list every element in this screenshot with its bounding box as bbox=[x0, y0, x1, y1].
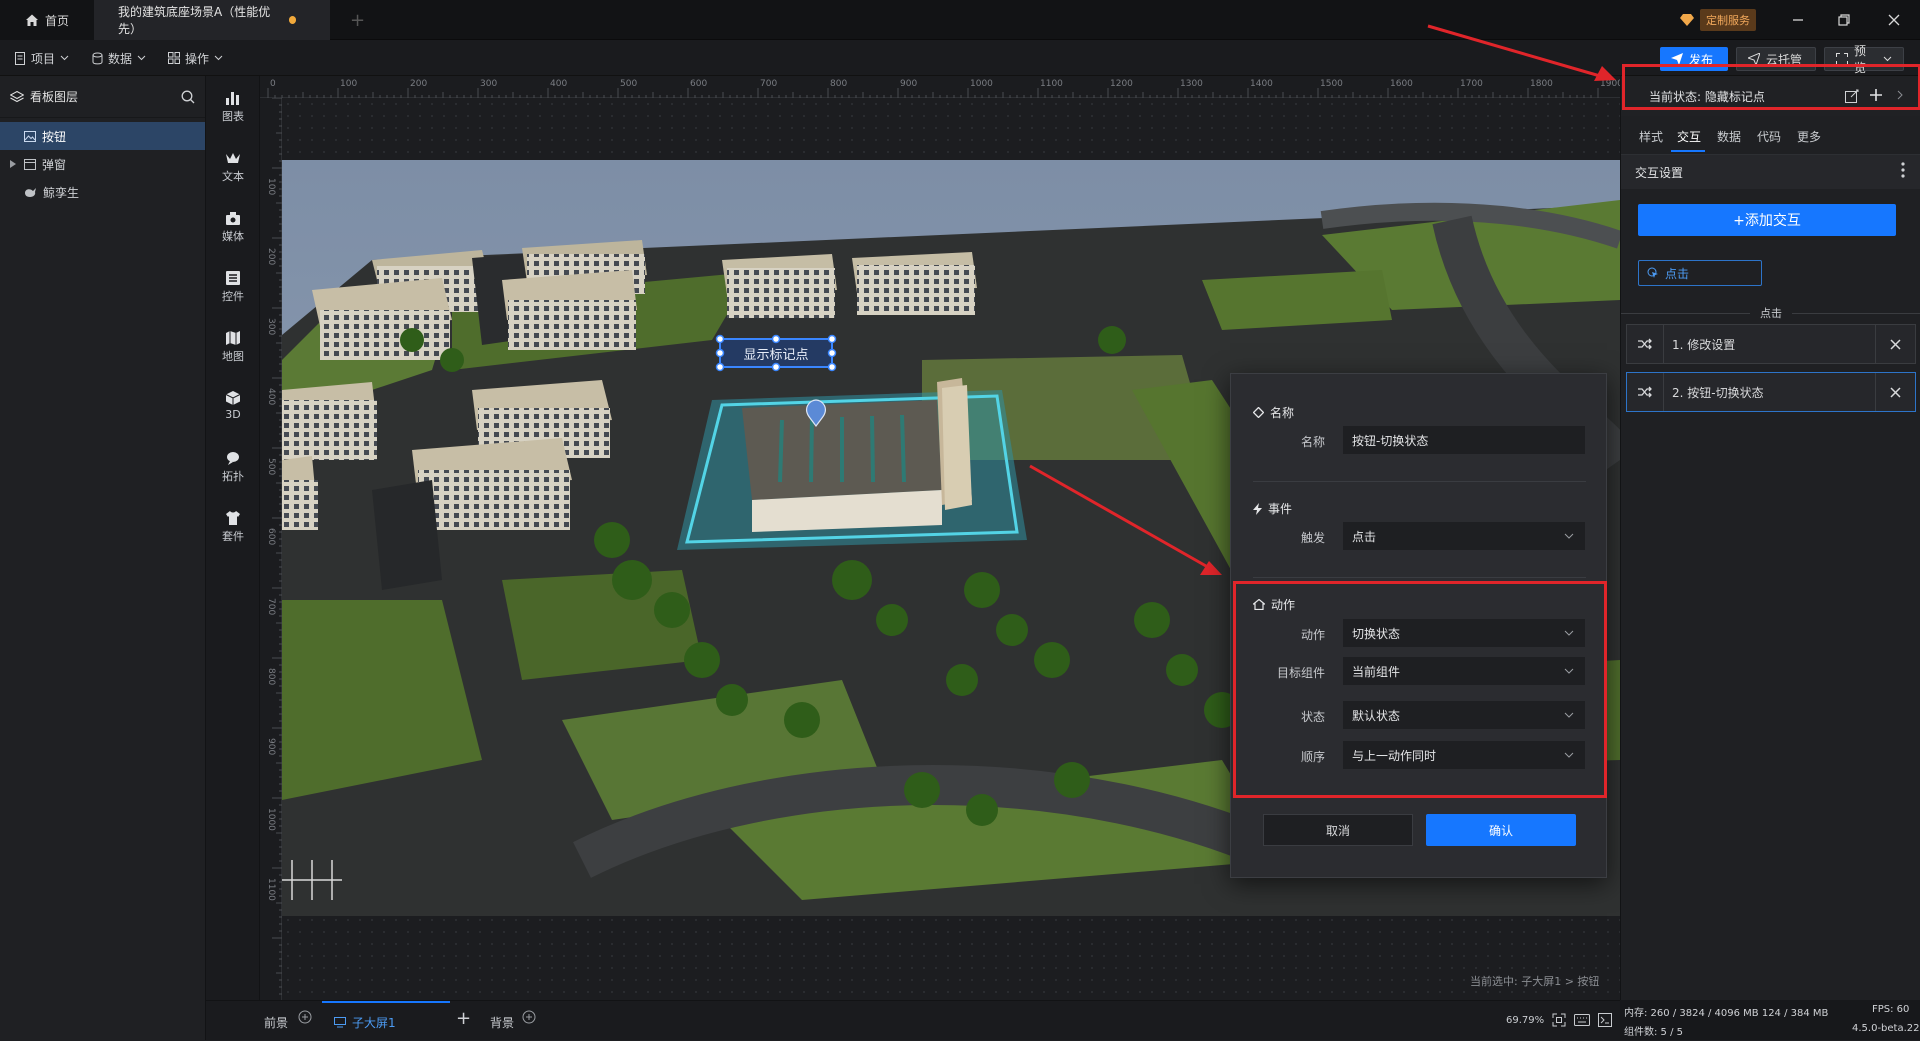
name-label: 名称 bbox=[1300, 435, 1325, 449]
trigger-tag-label: 点击 bbox=[1665, 266, 1690, 281]
tab-code[interactable]: 代码 bbox=[1757, 128, 1781, 145]
keyboard-icon[interactable] bbox=[1574, 1014, 1590, 1026]
click-group-divider: 点击 bbox=[1621, 305, 1920, 321]
memory-usage: 内存: 260 / 3824 / 4096 MB 124 / 384 MB bbox=[1624, 1008, 1829, 1019]
diamond-icon bbox=[1253, 407, 1264, 418]
event-section-title: 事件 bbox=[1268, 502, 1293, 516]
trigger-tag[interactable]: 点击 bbox=[1638, 260, 1762, 286]
state-highlight-box bbox=[1622, 64, 1920, 110]
background-tab[interactable]: 背景 bbox=[490, 1014, 514, 1031]
shuffle-icon bbox=[1627, 338, 1663, 350]
fit-screen-icon[interactable] bbox=[1552, 1013, 1566, 1027]
trigger-select[interactable]: 点击 bbox=[1343, 522, 1585, 550]
bottom-bar: 前景 子大屏1 + 背景 69.79% bbox=[206, 1000, 1620, 1040]
zoom-level[interactable]: 69.79% bbox=[1506, 1015, 1544, 1026]
chevron-down-icon bbox=[1564, 533, 1574, 539]
more-vertical-icon[interactable] bbox=[1901, 162, 1905, 178]
action-row-selected[interactable]: 2. 按钮-切换状态 bbox=[1626, 372, 1916, 412]
lightning-icon bbox=[1253, 502, 1262, 515]
confirm-button[interactable]: 确认 bbox=[1426, 814, 1576, 846]
action-row[interactable]: 1. 修改设置 bbox=[1626, 324, 1916, 364]
divider bbox=[1253, 481, 1586, 482]
foreground-tab[interactable]: 前景 bbox=[264, 1014, 288, 1031]
name-field[interactable]: 按钮-切换状态 bbox=[1343, 426, 1585, 454]
divider bbox=[1253, 577, 1586, 578]
click-group-title: 点击 bbox=[1760, 307, 1782, 320]
screen-tab-active[interactable]: 子大屏1 bbox=[322, 1001, 450, 1041]
add-screen-button[interactable]: + bbox=[456, 1008, 471, 1029]
status-bar: 内存: 260 / 3824 / 4096 MB 124 / 384 MB FP… bbox=[1620, 1000, 1920, 1040]
close-icon[interactable] bbox=[1875, 373, 1915, 411]
action-row-label: 1. 修改设置 bbox=[1663, 325, 1875, 363]
name-section-title: 名称 bbox=[1270, 406, 1295, 420]
fps-readout: FPS: 60 bbox=[1872, 1004, 1910, 1015]
interaction-dialog: 名称 名称 按钮-切换状态 事件 触发 点击 动作 动作 切换状态 目标组件 当… bbox=[1230, 373, 1607, 878]
name-field-value: 按钮-切换状态 bbox=[1352, 433, 1429, 448]
interaction-settings-title: 交互设置 bbox=[1635, 166, 1684, 180]
component-count: 组件数: 5 / 5 bbox=[1624, 1027, 1683, 1038]
tab-style[interactable]: 样式 bbox=[1639, 128, 1663, 145]
trigger-label: 触发 bbox=[1300, 531, 1325, 545]
trigger-select-value: 点击 bbox=[1352, 529, 1377, 544]
add-background-icon[interactable] bbox=[522, 1010, 536, 1024]
close-icon[interactable] bbox=[1875, 325, 1915, 363]
add-foreground-icon[interactable] bbox=[298, 1010, 312, 1024]
cancel-button[interactable]: 取消 bbox=[1263, 814, 1413, 846]
add-interaction-button[interactable]: +添加交互 bbox=[1638, 204, 1896, 236]
properties-panel: 当前状态: 隐藏标记点 样式 交互 数据 代码 更多 交互设置 +添加交互 点击… bbox=[1620, 64, 1920, 1000]
tab-data[interactable]: 数据 bbox=[1717, 128, 1741, 145]
screen-tab-label: 子大屏1 bbox=[352, 1015, 396, 1030]
tab-interaction[interactable]: 交互 bbox=[1677, 128, 1701, 145]
version-label: 4.5.0-beta.22 bbox=[1852, 1023, 1920, 1034]
monitor-icon bbox=[334, 1016, 346, 1028]
action-row-label: 2. 按钮-切换状态 bbox=[1663, 373, 1875, 411]
console-icon[interactable] bbox=[1598, 1013, 1612, 1027]
shuffle-icon bbox=[1627, 386, 1663, 398]
action-highlight-box bbox=[1233, 581, 1607, 798]
tab-more[interactable]: 更多 bbox=[1797, 128, 1821, 145]
cursor-click-icon bbox=[1647, 267, 1659, 279]
active-tab-indicator bbox=[1671, 150, 1705, 152]
event-section-header: 事件 bbox=[1253, 500, 1292, 517]
name-section-header: 名称 bbox=[1253, 404, 1294, 421]
